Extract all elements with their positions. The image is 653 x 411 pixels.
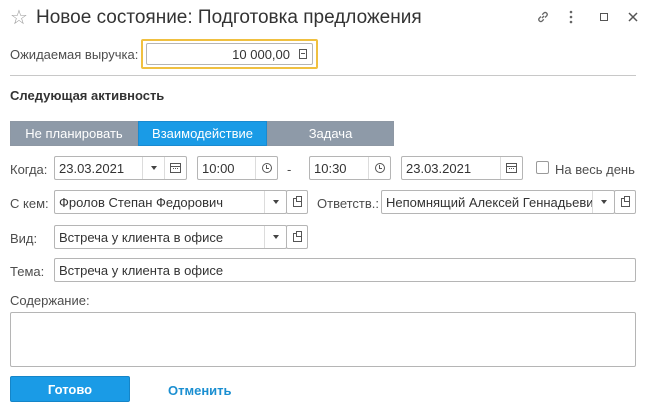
open-icon bbox=[292, 230, 302, 242]
end-time-field[interactable]: 10:30 bbox=[309, 156, 391, 180]
with-dropdown[interactable] bbox=[264, 191, 286, 213]
close-icon[interactable] bbox=[625, 9, 641, 25]
open-icon bbox=[292, 195, 302, 207]
chevron-down-icon bbox=[272, 235, 279, 239]
tab-no-plan[interactable]: Не планировать bbox=[10, 121, 138, 146]
chevron-down-icon bbox=[150, 166, 157, 170]
end-date-value: 23.03.2021 bbox=[406, 160, 472, 176]
with-label: С кем: bbox=[10, 196, 49, 211]
clock-icon bbox=[261, 163, 272, 173]
window-title: Новое состояние: Подготовка предложения bbox=[36, 7, 422, 28]
responsible-open-button[interactable] bbox=[614, 190, 636, 214]
kind-label: Вид: bbox=[10, 231, 38, 246]
end-time-value: 10:30 bbox=[314, 160, 347, 176]
cancel-link[interactable]: Отменить bbox=[168, 383, 232, 398]
favorite-star-icon[interactable]: ☆ bbox=[10, 7, 28, 29]
revenue-label: Ожидаемая выручка: bbox=[10, 47, 139, 62]
responsible-label: Ответств.: bbox=[317, 196, 380, 211]
start-date-calendar-button[interactable] bbox=[164, 157, 186, 179]
divider bbox=[10, 75, 636, 76]
kind-open-button[interactable] bbox=[286, 225, 308, 249]
start-date-value: 23.03.2021 bbox=[59, 160, 125, 176]
responsible-value: Непомнящий Алексей Геннадьевич bbox=[386, 194, 592, 210]
open-icon bbox=[620, 195, 630, 207]
revenue-value: 10 000,00 bbox=[232, 46, 290, 62]
with-field[interactable]: Фролов Степан Федорович bbox=[54, 190, 287, 214]
subject-label: Тема: bbox=[10, 264, 45, 279]
maximize-icon[interactable] bbox=[596, 9, 612, 25]
subject-value: Встреча у клиента в офисе bbox=[59, 262, 224, 278]
when-label: Когда: bbox=[10, 162, 48, 177]
all-day-checkbox[interactable] bbox=[536, 161, 549, 174]
revenue-highlight: 10 000,00 bbox=[141, 39, 318, 69]
with-value: Фролов Степан Федорович bbox=[59, 194, 224, 210]
content-label: Содержание: bbox=[10, 293, 90, 308]
chevron-down-icon bbox=[600, 200, 607, 204]
start-date-dropdown[interactable] bbox=[142, 157, 164, 179]
revenue-input[interactable]: 10 000,00 bbox=[146, 43, 313, 65]
section-title: Следующая активность bbox=[10, 88, 165, 103]
subject-input[interactable]: Встреча у клиента в офисе bbox=[54, 258, 636, 282]
chevron-down-icon bbox=[272, 200, 279, 204]
calendar-icon bbox=[170, 163, 181, 173]
kind-value: Встреча у клиента в офисе bbox=[59, 229, 224, 245]
start-date-field[interactable]: 23.03.2021 bbox=[54, 156, 187, 180]
done-button[interactable]: Готово bbox=[10, 376, 130, 402]
start-time-button[interactable] bbox=[255, 157, 277, 179]
time-dash: - bbox=[287, 162, 292, 177]
tab-task[interactable]: Задача bbox=[267, 121, 394, 146]
all-day-label: На весь день bbox=[555, 162, 635, 177]
end-date-calendar-button[interactable] bbox=[500, 157, 522, 179]
calendar-icon bbox=[506, 163, 517, 173]
content-textarea[interactable] bbox=[10, 312, 636, 367]
kind-dropdown[interactable] bbox=[264, 226, 286, 248]
responsible-dropdown[interactable] bbox=[592, 191, 614, 213]
end-date-field[interactable]: 23.03.2021 bbox=[401, 156, 523, 180]
start-time-value: 10:00 bbox=[202, 160, 235, 176]
with-open-button[interactable] bbox=[286, 190, 308, 214]
calculator-icon[interactable] bbox=[294, 44, 312, 64]
clock-icon bbox=[374, 163, 385, 173]
responsible-field[interactable]: Непомнящий Алексей Геннадьевич bbox=[381, 190, 615, 214]
link-icon[interactable] bbox=[535, 9, 551, 25]
end-time-button[interactable] bbox=[368, 157, 390, 179]
kind-field[interactable]: Встреча у клиента в офисе bbox=[54, 225, 287, 249]
start-time-field[interactable]: 10:00 bbox=[197, 156, 278, 180]
tab-interaction[interactable]: Взаимодействие bbox=[138, 121, 267, 146]
more-menu-icon[interactable] bbox=[563, 9, 579, 25]
